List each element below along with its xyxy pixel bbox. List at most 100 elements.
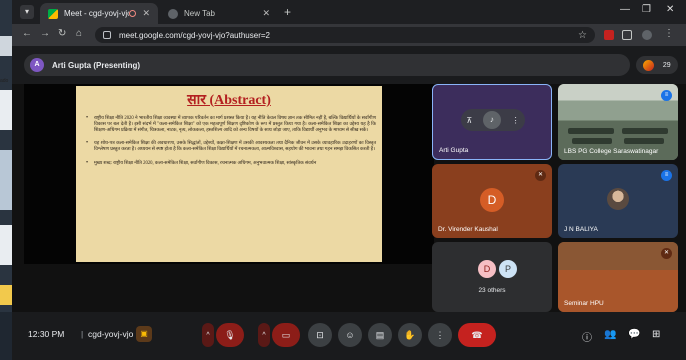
extension-icon[interactable] (604, 30, 614, 40)
mic-options-button[interactable]: ^ (202, 323, 214, 347)
slide-paragraph: राष्ट्रीय शिक्षा नीति 2020 ने भारतीय शिक… (86, 116, 376, 133)
more-options-icon[interactable]: ⋮ (512, 116, 520, 125)
presentation-stage: सार (Abstract) राष्ट्रीय शिक्षा नीति 202… (24, 84, 434, 264)
presenter-bar[interactable]: A Arti Gupta (Presenting) (24, 54, 630, 76)
profile-avatar-icon[interactable] (642, 30, 652, 40)
more-vert-icon: ⋮ (435, 329, 445, 340)
chrome-favicon-icon (168, 8, 178, 19)
tab-search-button[interactable]: ▾ (20, 5, 34, 19)
leave-call-button[interactable]: ☎ (458, 323, 496, 347)
slide-title: सार (Abstract) (187, 93, 271, 108)
participant-tile[interactable]: ⊼ ♪ ⋮ Arti Gupta (432, 84, 552, 160)
desktop-side-strip: ado (0, 0, 12, 360)
captions-icon: ▤ (375, 329, 385, 340)
mic-off-icon: ✕ (661, 248, 672, 259)
emoji-icon: ☺ (345, 330, 355, 340)
browser-menu-icon[interactable]: ⋮ (664, 28, 674, 39)
bookmark-star-icon[interactable]: ☆ (578, 30, 587, 41)
desktop-window-preview[interactable] (0, 150, 12, 210)
people-count: 29 (662, 61, 671, 69)
present-button[interactable]: ⊡ (308, 323, 332, 347)
others-tile[interactable]: D P 23 others (432, 242, 552, 312)
participant-name: Arti Gupta (439, 147, 469, 154)
speaking-mic-icon: ≡ (661, 170, 672, 181)
camera-options-button[interactable]: ^ (258, 323, 270, 347)
close-tab-icon[interactable]: ✕ (142, 8, 150, 19)
site-info-icon[interactable] (103, 31, 111, 39)
participant-tile[interactable]: ≡ J N BALIYA (558, 164, 678, 238)
tile-controls: ⊼ ♪ ⋮ (461, 109, 525, 131)
browser-window: ▾ Meet - cgd-yovj-vjo ✕ New Tab ✕ + — ❐ … (12, 0, 686, 360)
mic-toggle-button[interactable]: 🎙 (216, 323, 244, 347)
participant-avatar: D (478, 260, 496, 278)
participant-tile[interactable]: ≡ LBS PG College Saraswatinagar (558, 84, 678, 160)
desktop-window-preview[interactable] (0, 225, 12, 265)
call-controls-bar: 12:30 PM | cgd-yovj-vjo ▣ ^ 🎙 ^ ▭ ⊡ ☺ ▤ … (12, 312, 686, 360)
people-icon[interactable]: 👥 (604, 329, 616, 340)
minimize-icon[interactable]: — (620, 4, 630, 15)
people-count-button[interactable]: 29 (636, 56, 678, 74)
activities-icon[interactable]: ⊞ (652, 329, 660, 340)
presentation-slide: सार (Abstract) राष्ट्रीय शिक्षा नीति 202… (76, 86, 382, 262)
present-screen-icon: ⊡ (316, 329, 324, 340)
participant-name: Seminar HPU (564, 300, 604, 307)
others-count: 23 others (478, 287, 506, 294)
more-options-button[interactable]: ⋮ (428, 323, 452, 347)
participant-avatars-icon (643, 59, 655, 71)
new-tab-button[interactable]: + (284, 5, 291, 19)
url-text: meet.google.com/cgd-yovj-vjo?authuser=2 (119, 30, 270, 40)
close-tab-icon[interactable]: ✕ (262, 8, 270, 19)
raise-hand-button[interactable]: ✋ (398, 323, 422, 347)
meeting-time: 12:30 PM (28, 329, 65, 339)
desktop-taskbar (0, 312, 12, 360)
participant-avatar: D (480, 188, 504, 212)
home-icon[interactable]: ⌂ (76, 28, 82, 39)
reload-icon[interactable]: ↻ (58, 28, 66, 39)
maximize-icon[interactable]: ❐ (642, 4, 651, 15)
recording-icon (129, 10, 137, 17)
meet-favicon-icon (48, 8, 58, 19)
meeting-code: cgd-yovj-vjo (88, 329, 134, 339)
extensions-puzzle-icon[interactable] (622, 30, 632, 40)
participant-name: J N BALIYA (564, 226, 598, 233)
camera-toggle-button[interactable]: ▭ (272, 323, 300, 347)
mic-off-icon: ✕ (535, 170, 546, 181)
desktop-widget[interactable]: ado (0, 36, 12, 84)
address-bar[interactable]: meet.google.com/cgd-yovj-vjo?authuser=2 … (95, 27, 595, 43)
tab-title: New Tab (184, 9, 215, 18)
back-icon[interactable]: ← (22, 28, 32, 39)
close-window-icon[interactable]: ✕ (666, 4, 674, 15)
forward-icon[interactable]: → (40, 28, 50, 39)
audio-level-icon: ♪ (482, 111, 501, 129)
tab-new-tab[interactable]: New Tab ✕ (160, 3, 278, 24)
others-avatars: D P (478, 260, 520, 278)
hand-icon: ✋ (404, 329, 416, 340)
browser-toolbar: ← → ↻ ⌂ meet.google.com/cgd-yovj-vjo?aut… (12, 24, 686, 46)
pin-icon[interactable]: ⊼ (466, 116, 472, 125)
host-controls-icon[interactable]: ▣ (136, 326, 152, 342)
participant-avatar: P (499, 260, 517, 278)
participant-tile[interactable]: ✕ Seminar HPU (558, 242, 678, 312)
participant-name: LBS PG College Saraswatinagar (564, 148, 659, 155)
desktop-window-preview[interactable] (0, 90, 12, 130)
participant-photo (607, 188, 629, 210)
mic-off-icon: 🎙 (224, 329, 236, 340)
captions-button[interactable]: ▤ (368, 323, 392, 347)
participant-name: Dr. Virender Kaushal (438, 226, 498, 233)
desktop-label: ado (0, 78, 9, 84)
end-call-icon: ☎ (471, 329, 483, 340)
camera-off-icon: ▭ (281, 329, 291, 340)
meeting-info-icon[interactable]: ⓘ (582, 329, 592, 344)
slide-body: राष्ट्रीय शिक्षा नीति 2020 ने भारतीय शिक… (86, 116, 376, 175)
slide-paragraph: मुख्य शब्द: राष्ट्रीय शिक्षा नीति 2020, … (86, 161, 376, 167)
tab-meet[interactable]: Meet - cgd-yovj-vjo ✕ (40, 3, 158, 24)
presenter-avatar: A (30, 58, 44, 72)
emoji-button[interactable]: ☺ (338, 323, 362, 347)
desktop-folder-icon[interactable] (0, 285, 12, 305)
presenter-label: Arti Gupta (Presenting) (52, 60, 141, 70)
chat-icon[interactable]: 💬 (628, 329, 640, 340)
participant-tile[interactable]: ✕ D Dr. Virender Kaushal (432, 164, 552, 238)
tab-title: Meet - cgd-yovj-vjo (64, 9, 130, 18)
meet-header: A Arti Gupta (Presenting) 29 (12, 46, 686, 84)
speaking-mic-icon: ≡ (661, 90, 672, 101)
